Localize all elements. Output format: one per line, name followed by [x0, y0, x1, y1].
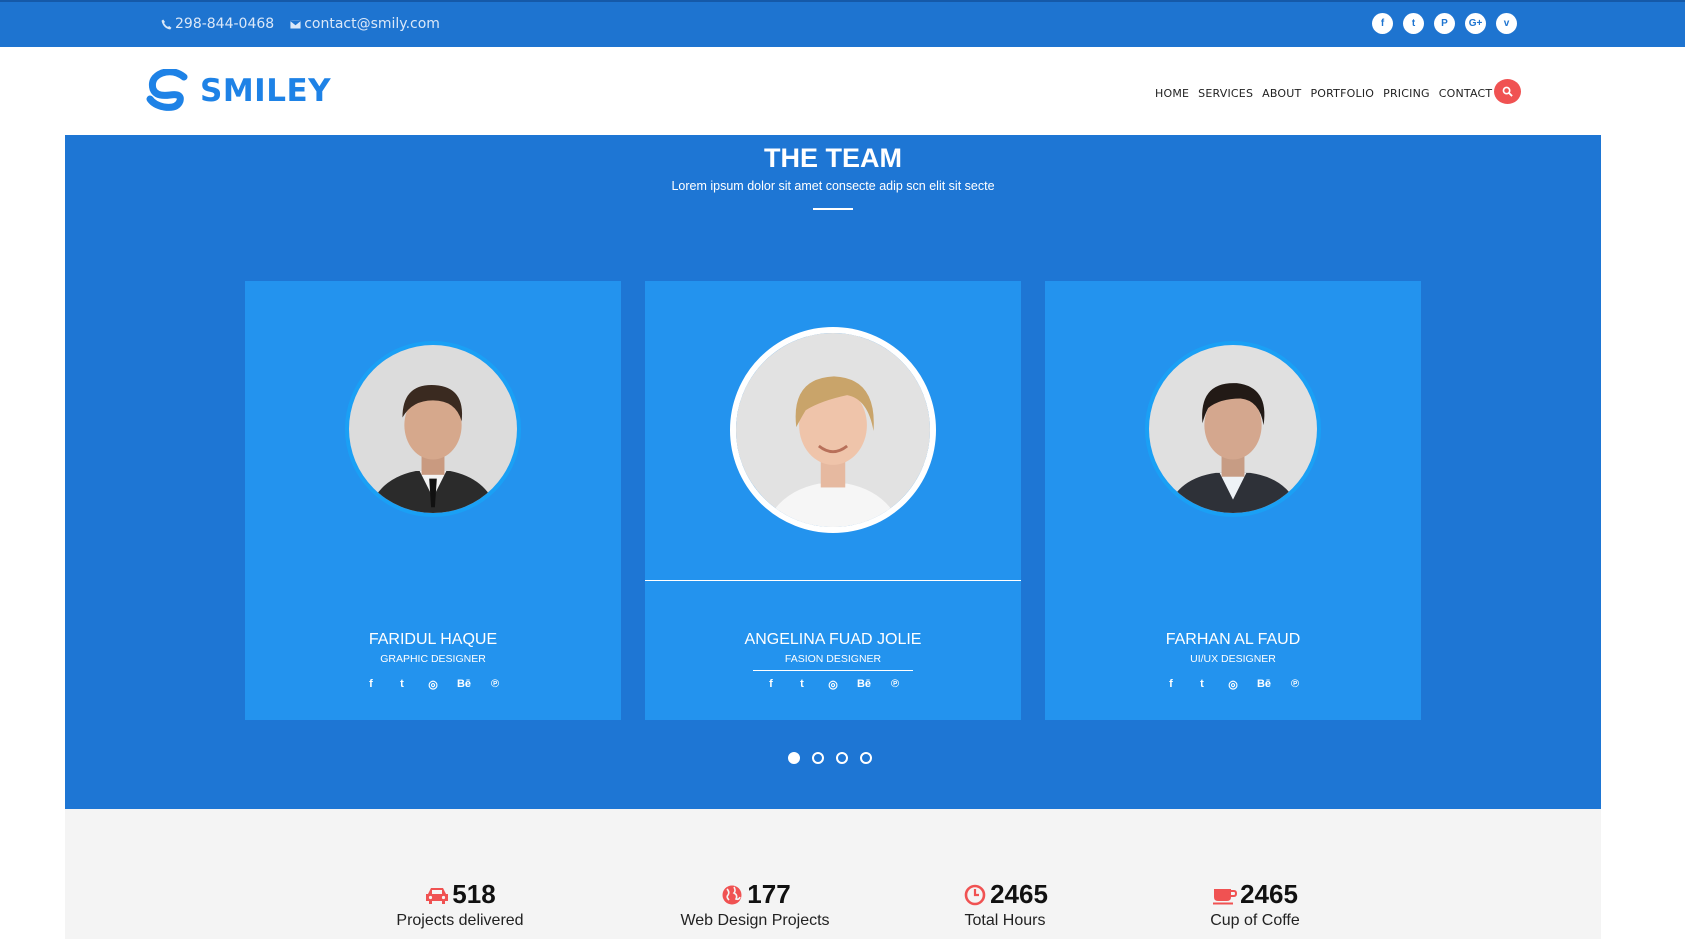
social-links: f t P G+ v	[1372, 13, 1517, 34]
site-header: SMILEY HOME SERVICES ABOUT PORTFOLIO PRI…	[0, 47, 1685, 135]
main-nav: HOME SERVICES ABOUT PORTFOLIO PRICING CO…	[1155, 87, 1511, 100]
facebook-icon[interactable]: f	[1372, 13, 1393, 34]
member-photo	[730, 327, 936, 533]
top-bar: 298-844-0468 contact@smily.com f t P G+ …	[0, 0, 1685, 47]
vimeo-icon[interactable]: v	[1496, 13, 1517, 34]
section-title: THE TEAM	[764, 143, 902, 173]
phone-contact[interactable]: 298-844-0468	[161, 16, 274, 32]
member-portrait	[349, 345, 517, 513]
facebook-icon[interactable]: f	[764, 677, 778, 691]
logo-text: SMILEY	[200, 73, 332, 109]
member-name: FARHAN AL FAUD	[1165, 631, 1301, 648]
member-socials: f t ◎ Bē ℗	[645, 677, 1021, 691]
search-button[interactable]	[1494, 79, 1521, 104]
logo-mark-icon	[146, 69, 188, 111]
dribbble-icon[interactable]: ◎	[826, 677, 840, 691]
member-role: GRAPHIC DESIGNER	[380, 653, 486, 665]
envelope-icon	[290, 19, 302, 29]
stat-value: 2465	[990, 879, 1048, 909]
search-icon	[1502, 86, 1513, 97]
member-portrait	[1149, 345, 1317, 513]
member-photo	[345, 341, 521, 517]
pinterest-icon[interactable]: ℗	[1288, 677, 1302, 691]
google-plus-icon[interactable]: G+	[1465, 13, 1486, 34]
stats-section: 518 Projects delivered 177 Web Design Pr…	[65, 809, 1601, 939]
stat-item: 177 Web Design Projects	[655, 879, 855, 930]
member-role: FASION DESIGNER	[784, 653, 882, 665]
member-socials: f t ◎ Bē ℗	[245, 677, 621, 691]
carousel-dot[interactable]	[812, 752, 824, 764]
nav-pricing[interactable]: PRICING	[1383, 87, 1430, 100]
pinterest-icon[interactable]: P	[1434, 13, 1455, 34]
carousel-dot[interactable]	[860, 752, 872, 764]
car-icon	[424, 884, 450, 906]
stat-item: 2465 Cup of Coffe	[1155, 879, 1355, 930]
email-contact[interactable]: contact@smily.com	[290, 16, 440, 32]
carousel-dot[interactable]	[836, 752, 848, 764]
member-name: ANGELINA FUAD JOLIE	[744, 631, 922, 648]
twitter-icon[interactable]: t	[395, 677, 409, 691]
facebook-icon[interactable]: f	[1164, 677, 1178, 691]
twitter-icon[interactable]: t	[1195, 677, 1209, 691]
card-divider	[645, 580, 1021, 581]
stat-value: 518	[452, 879, 496, 909]
dribbble-icon[interactable]: ◎	[1226, 677, 1240, 691]
nav-about[interactable]: ABOUT	[1262, 87, 1301, 100]
phone-number: 298-844-0468	[175, 16, 275, 32]
nav-portfolio[interactable]: PORTFOLIO	[1310, 87, 1374, 100]
member-name: FARIDUL HAQUE	[368, 631, 498, 648]
stat-item: 2465 Total Hours	[905, 879, 1105, 930]
member-portrait	[736, 333, 930, 527]
twitter-icon[interactable]: t	[795, 677, 809, 691]
stat-label: Total Hours	[964, 912, 1046, 929]
behance-icon[interactable]: Bē	[1257, 677, 1271, 691]
stat-value: 177	[747, 879, 791, 909]
stat-value: 2465	[1240, 879, 1298, 909]
nav-services[interactable]: SERVICES	[1198, 87, 1253, 100]
facebook-icon[interactable]: f	[364, 677, 378, 691]
stat-item: 518 Projects delivered	[360, 879, 560, 930]
carousel-dot[interactable]	[788, 752, 800, 764]
clock-icon	[962, 884, 988, 906]
team-section: THE TEAM Lorem ipsum dolor sit amet cons…	[65, 135, 1601, 809]
stat-label: Web Design Projects	[680, 912, 830, 929]
email-address: contact@smily.com	[304, 16, 440, 32]
coffee-icon	[1212, 884, 1238, 906]
logo[interactable]: SMILEY	[144, 69, 331, 113]
team-card[interactable]: FARHAN AL FAUD UI/UX DESIGNER f t ◎ Bē ℗	[1045, 281, 1421, 720]
pinterest-icon[interactable]: ℗	[488, 677, 502, 691]
member-socials: f t ◎ Bē ℗	[1045, 677, 1421, 691]
stat-label: Cup of Coffe	[1210, 912, 1300, 929]
team-card[interactable]: FARIDUL HAQUE GRAPHIC DESIGNER f t ◎ Bē …	[245, 281, 621, 720]
nav-home[interactable]: HOME	[1155, 87, 1189, 100]
dribbble-icon[interactable]: ◎	[426, 677, 440, 691]
team-card[interactable]: ANGELINA FUAD JOLIE FASION DESIGNER f t …	[645, 281, 1021, 720]
section-subtitle: Lorem ipsum dolor sit amet consecte adip…	[671, 179, 995, 193]
pinterest-icon[interactable]: ℗	[888, 677, 902, 691]
globe-icon	[719, 884, 745, 906]
behance-icon[interactable]: Bē	[857, 677, 871, 691]
title-divider	[813, 208, 853, 210]
contact-info: 298-844-0468 contact@smily.com	[161, 16, 440, 32]
member-role: UI/UX DESIGNER	[1190, 653, 1276, 665]
phone-icon	[161, 19, 172, 29]
role-underline	[753, 670, 913, 671]
twitter-icon[interactable]: t	[1403, 13, 1424, 34]
stat-label: Projects delivered	[396, 912, 524, 929]
behance-icon[interactable]: Bē	[457, 677, 471, 691]
member-photo	[1145, 341, 1321, 517]
carousel-dots	[788, 752, 872, 764]
